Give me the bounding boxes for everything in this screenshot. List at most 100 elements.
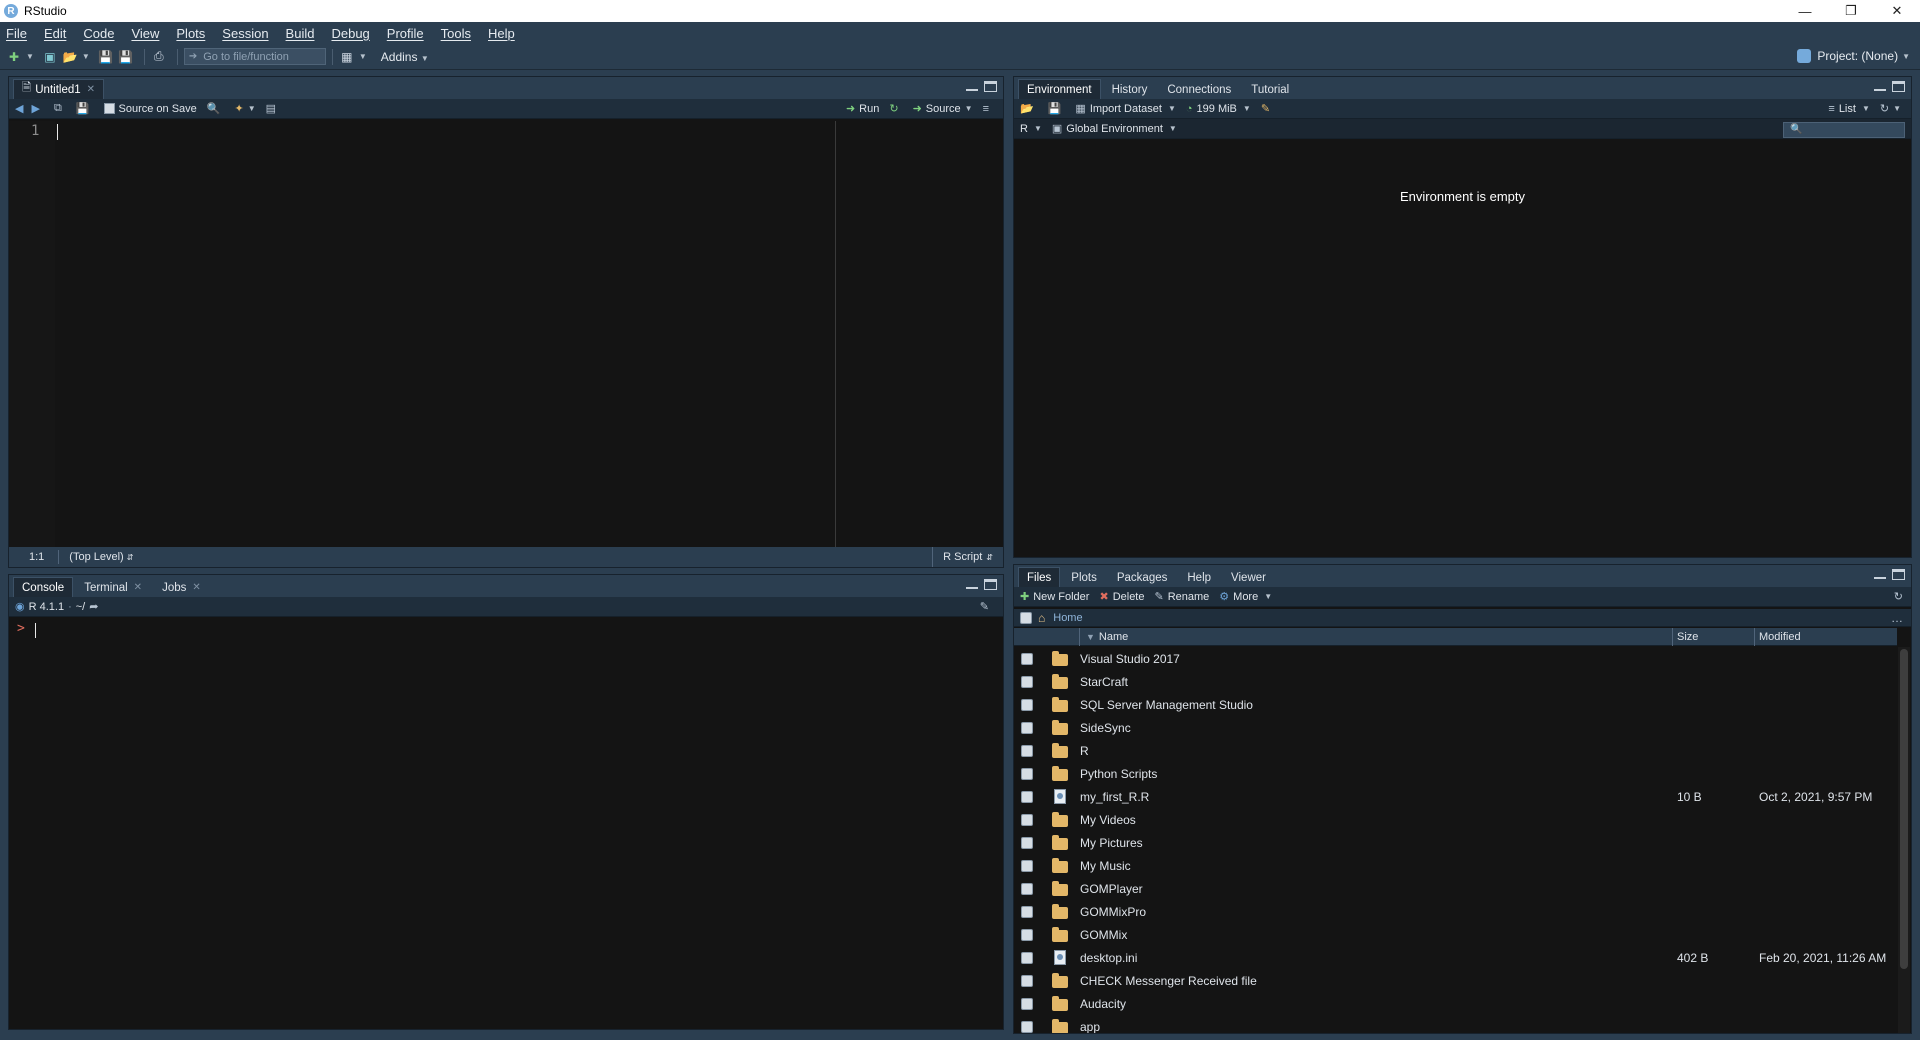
save-document-icon[interactable]: 💾: [76, 102, 94, 115]
addins-menu[interactable]: Addins ▼: [381, 50, 437, 64]
view-mode-selector[interactable]: ≡ List ▼: [1828, 103, 1869, 115]
file-name[interactable]: my_first_R.R: [1080, 790, 1673, 804]
tab-terminal[interactable]: Terminal ✕: [75, 577, 151, 597]
load-workspace-icon[interactable]: 📂: [1020, 102, 1038, 115]
row-checkbox[interactable]: [1021, 721, 1033, 734]
forward-arrow-icon[interactable]: ▶: [31, 102, 43, 115]
file-name[interactable]: GOMMixPro: [1080, 905, 1673, 919]
tab-console[interactable]: Console: [13, 577, 74, 597]
tab-packages[interactable]: Packages: [1108, 567, 1177, 587]
environment-scope-selector[interactable]: ▣ Global Environment ▼: [1052, 122, 1177, 136]
refresh-environment-icon[interactable]: ↻ ▼: [1880, 102, 1901, 115]
tab-plots[interactable]: Plots: [1062, 567, 1106, 587]
file-row[interactable]: desktop.ini 402 B Feb 20, 2021, 11:26 AM: [1014, 946, 1897, 969]
row-checkbox[interactable]: [1021, 836, 1033, 849]
minimize-pane-icon[interactable]: [1874, 569, 1886, 579]
back-arrow-icon[interactable]: ◀: [15, 102, 27, 115]
source-button[interactable]: ➜ Source ▼: [913, 102, 973, 116]
close-tab-icon[interactable]: ✕: [192, 582, 200, 593]
minimize-pane-icon[interactable]: [966, 579, 978, 589]
restore-window-button[interactable]: ❐: [1828, 0, 1874, 22]
file-name[interactable]: GOMPlayer: [1080, 882, 1673, 896]
find-replace-icon[interactable]: 🔍: [207, 102, 225, 115]
maximize-pane-icon[interactable]: [984, 81, 997, 92]
document-outline-icon[interactable]: ≡: [983, 103, 993, 115]
new-file-icon[interactable]: ✚: [6, 50, 22, 64]
file-row[interactable]: StarCraft: [1014, 670, 1897, 693]
file-name[interactable]: GOMMix: [1080, 928, 1673, 942]
tab-files[interactable]: Files: [1018, 567, 1061, 587]
file-name[interactable]: My Videos: [1080, 813, 1673, 827]
environment-search-input[interactable]: 🔍: [1783, 122, 1905, 138]
file-name[interactable]: R: [1080, 744, 1673, 758]
file-name[interactable]: Visual Studio 2017: [1080, 652, 1673, 666]
source-on-save-checkbox[interactable]: Source on Save: [103, 103, 197, 115]
save-workspace-icon[interactable]: 💾: [1048, 102, 1066, 115]
file-name[interactable]: StarCraft: [1080, 675, 1673, 689]
files-scrollbar[interactable]: [1898, 647, 1910, 1033]
save-icon[interactable]: 💾: [98, 50, 114, 64]
tab-jobs[interactable]: Jobs ✕: [153, 577, 210, 597]
print-icon[interactable]: ⎙: [151, 49, 167, 64]
file-row[interactable]: CHECK Messenger Received file: [1014, 969, 1897, 992]
row-checkbox[interactable]: [1021, 767, 1033, 780]
new-file-dropdown-icon[interactable]: ▼: [26, 52, 34, 61]
open-file-icon[interactable]: 📂: [62, 50, 78, 64]
tab-connections[interactable]: Connections: [1158, 79, 1240, 99]
minimize-window-button[interactable]: —: [1782, 0, 1828, 22]
maximize-pane-icon[interactable]: [984, 579, 997, 590]
tab-tutorial[interactable]: Tutorial: [1242, 79, 1298, 99]
column-name[interactable]: ▼ Name: [1080, 627, 1673, 646]
file-name[interactable]: desktop.ini: [1080, 951, 1673, 965]
tab-untitled1[interactable]: 🗎 Untitled1 ✕: [13, 79, 105, 99]
file-row[interactable]: my_first_R.R 10 B Oct 2, 2021, 9:57 PM: [1014, 785, 1897, 808]
row-checkbox[interactable]: [1021, 905, 1033, 918]
refresh-files-icon[interactable]: ↻: [1894, 590, 1907, 603]
file-row[interactable]: My Pictures: [1014, 831, 1897, 854]
close-window-button[interactable]: ✕: [1874, 0, 1920, 22]
row-checkbox[interactable]: [1021, 790, 1033, 803]
file-name[interactable]: CHECK Messenger Received file: [1080, 974, 1673, 988]
menu-session[interactable]: Session: [222, 26, 268, 41]
menu-profile[interactable]: Profile: [387, 26, 424, 41]
delete-button[interactable]: ✖ Delete: [1099, 590, 1144, 604]
file-row[interactable]: SideSync: [1014, 716, 1897, 739]
file-name[interactable]: My Music: [1080, 859, 1673, 873]
show-in-window-icon[interactable]: ⧉: [54, 102, 66, 115]
console-cursor[interactable]: [35, 623, 36, 638]
menu-help[interactable]: Help: [488, 26, 515, 41]
row-checkbox[interactable]: [1021, 744, 1033, 757]
minimize-pane-icon[interactable]: [966, 81, 978, 91]
file-row[interactable]: My Music: [1014, 854, 1897, 877]
row-checkbox[interactable]: [1021, 997, 1033, 1010]
file-row[interactable]: Visual Studio 2017: [1014, 647, 1897, 670]
file-row[interactable]: SQL Server Management Studio: [1014, 693, 1897, 716]
close-tab-icon[interactable]: ✕: [134, 582, 142, 593]
compile-report-icon[interactable]: ▤: [266, 102, 280, 115]
column-size[interactable]: Size: [1673, 627, 1755, 646]
file-row[interactable]: R: [1014, 739, 1897, 762]
home-icon[interactable]: ⌂: [1038, 611, 1045, 625]
row-checkbox[interactable]: [1021, 698, 1033, 711]
code-tools-wand-icon[interactable]: ✦ ▼: [234, 102, 255, 115]
row-checkbox[interactable]: [1021, 974, 1033, 987]
menu-file[interactable]: File: [6, 26, 27, 41]
row-checkbox[interactable]: [1021, 1020, 1033, 1033]
file-name[interactable]: SideSync: [1080, 721, 1673, 735]
memory-usage-button[interactable]: ◔ 199 MiB ▼: [1186, 103, 1251, 115]
select-all-checkbox[interactable]: [1020, 611, 1032, 624]
menu-debug[interactable]: Debug: [331, 26, 369, 41]
import-dataset-button[interactable]: ▦ Import Dataset ▼: [1075, 102, 1175, 116]
file-row[interactable]: GOMMix: [1014, 923, 1897, 946]
row-checkbox[interactable]: [1021, 813, 1033, 826]
file-name[interactable]: app: [1080, 1020, 1673, 1034]
open-recent-dropdown-icon[interactable]: ▼: [82, 52, 90, 61]
menu-tools[interactable]: Tools: [441, 26, 471, 41]
file-name[interactable]: Audacity: [1080, 997, 1673, 1011]
go-to-directory-icon[interactable]: ➦: [89, 600, 98, 613]
workspace-panes-icon[interactable]: ▦: [339, 50, 355, 64]
more-button[interactable]: ⚙ More ▼: [1219, 590, 1272, 604]
file-row[interactable]: GOMMixPro: [1014, 900, 1897, 923]
file-row[interactable]: Python Scripts: [1014, 762, 1897, 785]
language-selector[interactable]: R ▼: [1020, 123, 1042, 135]
